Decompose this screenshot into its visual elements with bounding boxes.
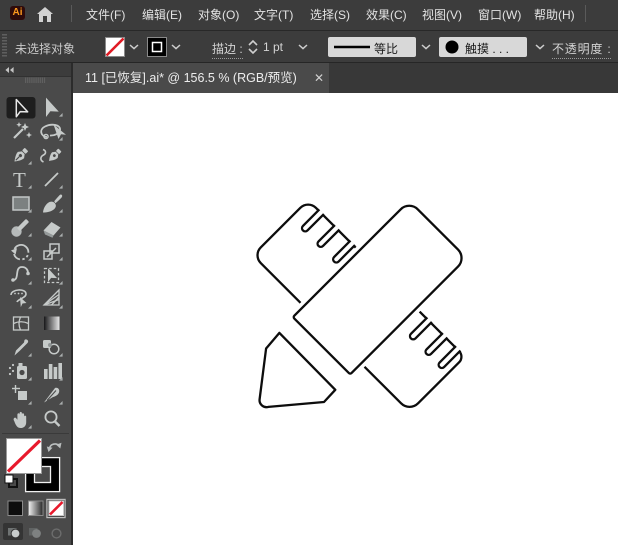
svg-text:T: T bbox=[13, 168, 26, 192]
